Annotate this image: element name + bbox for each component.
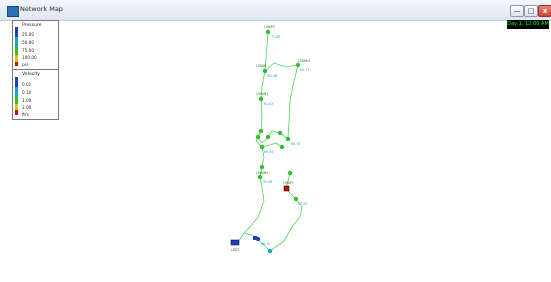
- junction-node[interactable]: [285, 136, 291, 142]
- tank-icon[interactable]: [283, 185, 290, 192]
- node-value: 71.85: [271, 35, 280, 39]
- node-label: J-MAIN1: [255, 92, 268, 96]
- node-label: J-MAP1: [282, 181, 294, 185]
- node-label: J-RES: [230, 248, 239, 252]
- junction-node[interactable]: [258, 128, 264, 134]
- junction-node[interactable]: [293, 196, 299, 202]
- junction-node[interactable]: [265, 134, 271, 140]
- network-map-canvas[interactable]: J-MAP2 J-TANK J-TANK3 J-MAIN1 J-MAIN2 J-…: [0, 21, 551, 282]
- node-label: J-TANK3: [297, 59, 310, 63]
- junction-node[interactable]: [262, 68, 268, 74]
- junction-node[interactable]: [255, 134, 261, 140]
- maximize-button[interactable]: □: [524, 5, 538, 17]
- window-titlebar: Network Map — □ x: [0, 0, 551, 21]
- pump-icon[interactable]: [253, 236, 257, 240]
- node-labels: J-MAP2 J-TANK J-TANK3 J-MAIN1 J-MAIN2 J-…: [230, 25, 310, 252]
- node-label: J-MAP2: [263, 25, 275, 29]
- junction-node[interactable]: [258, 96, 264, 102]
- node-value: 35.56: [263, 180, 272, 184]
- junction-node[interactable]: [287, 170, 293, 176]
- pipe[interactable]: [243, 176, 265, 234]
- node-value: 80.71: [300, 68, 309, 72]
- network-map-icon: [7, 6, 19, 17]
- minimize-button[interactable]: —: [510, 5, 524, 17]
- node-value: 61.03: [264, 102, 273, 106]
- junction-node[interactable]: [257, 174, 263, 180]
- node-value: 88.12: [261, 242, 270, 246]
- node-value: 69.44: [264, 150, 273, 154]
- junction-node[interactable]: [265, 29, 271, 35]
- junction-node[interactable]: [259, 164, 265, 170]
- pipe[interactable]: [269, 198, 303, 252]
- node-value: 52.34: [298, 202, 307, 206]
- pipe[interactable]: [287, 64, 299, 140]
- junction-node[interactable]: [295, 62, 301, 68]
- pipe[interactable]: [264, 62, 299, 72]
- window-title: Network Map: [20, 5, 63, 13]
- junction-node[interactable]: [279, 144, 285, 150]
- node-value: 86.70: [291, 142, 300, 146]
- node-value: 82.48: [268, 74, 277, 78]
- junction-node[interactable]: [267, 248, 273, 254]
- junction-node[interactable]: [259, 144, 265, 150]
- node-label: J-MAIN2: [255, 171, 268, 175]
- junction-node[interactable]: [277, 130, 283, 136]
- reservoir-icon[interactable]: [230, 239, 240, 246]
- node-label: J-TANK: [255, 64, 267, 68]
- close-button[interactable]: x: [538, 5, 551, 17]
- pipe[interactable]: [257, 130, 289, 144]
